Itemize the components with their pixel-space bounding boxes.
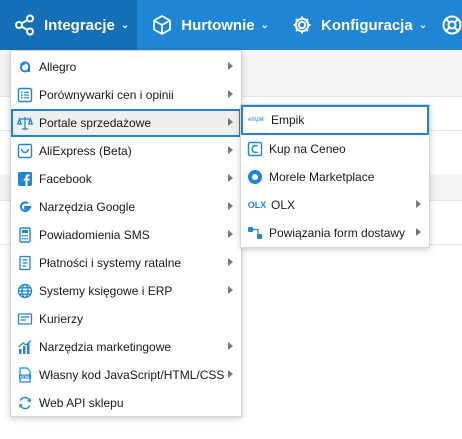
allegro-logo-icon (17, 59, 33, 75)
facebook-icon (17, 171, 33, 187)
menu-item-narzedzia-google[interactable]: Narzędzia Google (11, 193, 241, 221)
submenu-item-empik[interactable]: empik Empik (241, 105, 429, 135)
link-icon (247, 225, 263, 241)
chevron-right-icon (228, 118, 233, 126)
menu-item-portale-sprzedazowe[interactable]: Portale sprzedażowe (11, 109, 241, 137)
menu-item-allegro[interactable]: Allegro (11, 53, 241, 81)
nav-integracje[interactable]: Integracje ⌄ (0, 0, 138, 50)
google-icon (17, 199, 33, 215)
chart-icon (17, 339, 33, 355)
submenu-item-ceneo[interactable]: Kup na Ceneo (241, 135, 429, 163)
menu-item-narzedzia-marketingowe[interactable]: Narzędzia marketingowe (11, 333, 241, 361)
chevron-right-icon (228, 174, 233, 182)
svg-text:HTML: HTML (20, 375, 31, 379)
refresh-icon (17, 395, 33, 411)
ceneo-icon (247, 141, 263, 157)
olx-icon: OLX (247, 197, 267, 213)
share-nodes-icon (14, 14, 36, 36)
chevron-down-icon: ⌄ (418, 19, 428, 31)
nav-integracje-label: Integracje (44, 16, 115, 34)
menu-item-aliexpress[interactable]: AliExpress (Beta) (11, 137, 241, 165)
nav-help[interactable] (435, 0, 462, 50)
chevron-down-icon: ⌄ (260, 19, 269, 31)
menu-item-label: Allegro (39, 60, 77, 74)
menu-item-label: Narzędzia Google (39, 200, 136, 214)
submenu-item-olx[interactable]: OLX OLX (241, 191, 429, 219)
nav-hurtownie[interactable]: Hurtownie ⌄ (137, 0, 277, 50)
list-icon (17, 87, 33, 103)
empik-logo-text: empik (247, 117, 264, 123)
menu-item-label: Web API sklepu (39, 396, 124, 410)
submenu-item-morele[interactable]: Morele Marketplace (241, 163, 429, 191)
submenu-item-label: Empik (271, 113, 305, 127)
submenu-item-label: Kup na Ceneo (269, 142, 346, 156)
chevron-right-icon (228, 286, 233, 294)
menu-item-porownywarki[interactable]: Porównywarki cen i opinii (11, 81, 241, 109)
olx-logo-text: OLX (247, 200, 267, 210)
chevron-right-icon (228, 146, 233, 154)
chevron-right-icon (228, 230, 233, 238)
menu-item-label: AliExpress (Beta) (39, 144, 132, 158)
chevron-right-icon (228, 90, 233, 98)
gear-icon (291, 14, 313, 36)
cube-icon (151, 14, 173, 36)
submenu-item-label: Powiązania form dostawy (269, 226, 406, 240)
menu-item-label: Facebook (39, 172, 92, 186)
chevron-right-icon (416, 228, 421, 236)
chevron-right-icon (228, 258, 233, 266)
menu-item-label: Porównywarki cen i opinii (39, 88, 174, 102)
menu-item-powiadomienia-sms[interactable]: Powiadomienia SMS (11, 221, 241, 249)
submenu-item-powiazania[interactable]: Powiązania form dostawy (241, 219, 429, 247)
submenu-item-label: Morele Marketplace (269, 170, 375, 184)
nav-konfiguracja-label: Konfiguracja (321, 16, 413, 34)
chevron-right-icon (228, 62, 233, 70)
top-nav-bar: Integracje ⌄ Hurtownie ⌄ Konfiguracja ⌄ (0, 0, 462, 50)
menu-item-web-api[interactable]: Web API sklepu (11, 389, 241, 417)
globe-icon (17, 283, 33, 299)
html-file-icon: HTML (17, 367, 33, 383)
menu-item-label: Własny kod JavaScript/HTML/CSS (39, 368, 225, 382)
chevron-right-icon (228, 202, 233, 210)
submenu-item-label: OLX (271, 198, 296, 212)
lifebuoy-icon (441, 14, 462, 36)
menu-item-label: Powiadomienia SMS (39, 228, 150, 242)
menu-item-label: Portale sprzedażowe (39, 116, 152, 130)
chevron-right-icon (416, 200, 421, 208)
chevron-down-icon: ⌄ (120, 19, 130, 31)
truck-icon (17, 311, 33, 327)
chevron-right-icon (228, 342, 233, 350)
menu-item-label: Płatności i systemy ratalne (39, 256, 182, 270)
menu-item-kurierzy[interactable]: Kurierzy (11, 305, 241, 333)
menu-item-label: Kurierzy (39, 312, 84, 326)
menu-item-label: Systemy księgowe i ERP (39, 284, 173, 298)
menu-item-systemy-ksiegowe[interactable]: Systemy księgowe i ERP (11, 277, 241, 305)
calculator-icon (17, 227, 33, 243)
menu-item-facebook[interactable]: Facebook (11, 165, 241, 193)
nav-hurtownie-label: Hurtownie (181, 16, 255, 34)
integracje-dropdown-menu: Allegro Porównywarki cen i opinii Portal… (10, 50, 242, 417)
empik-logo-icon: empik (245, 112, 267, 128)
menu-item-label: Narzędzia marketingowe (39, 340, 172, 354)
menu-item-wlasny-kod[interactable]: HTML Własny kod JavaScript/HTML/CSS (11, 361, 241, 389)
money-icon (17, 255, 33, 271)
menu-item-platnosci[interactable]: Płatności i systemy ratalne (11, 249, 241, 277)
aliexpress-icon (17, 143, 33, 159)
portale-submenu: empik Empik Kup na Ceneo Morele Marketpl… (240, 104, 430, 248)
nav-konfiguracja[interactable]: Konfiguracja ⌄ (277, 0, 435, 50)
scales-icon (17, 115, 33, 131)
chevron-right-icon (228, 370, 233, 378)
morele-icon (247, 169, 263, 185)
